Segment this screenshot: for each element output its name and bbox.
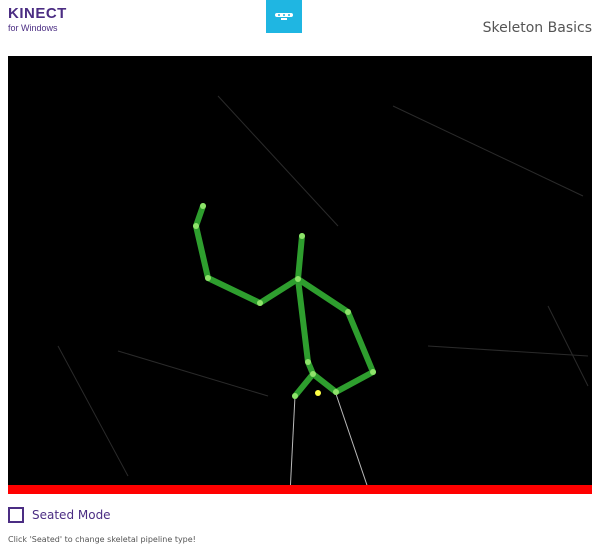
joint-right-hip [333, 389, 339, 395]
bone-right-upper-arm [345, 309, 376, 375]
app-header: KINECT for Windows Skeleton Basics [0, 0, 600, 56]
kinect-logo: KINECT for Windows [8, 5, 67, 34]
joint-left-wrist [193, 223, 199, 229]
logo-title: KINECT [8, 5, 67, 22]
leg-line-right [335, 393, 371, 494]
bone-spine [295, 276, 311, 365]
skeleton-drawing [8, 95, 592, 494]
bone-left-hand [193, 203, 206, 229]
joint-shoulder-center [295, 276, 301, 282]
status-text: Click 'Seated' to change skeletal pipeli… [8, 535, 196, 544]
bone-right-forearm [333, 369, 376, 395]
joint-left-hip [292, 393, 298, 399]
seated-mode-checkbox[interactable] [8, 507, 24, 523]
joint-right-elbow [370, 369, 376, 375]
bone-neck [295, 233, 305, 282]
logo-subtitle: for Windows [8, 23, 58, 33]
bone-right-shoulder [295, 276, 351, 315]
bone-right-hip [310, 371, 339, 395]
kinect-sensor-icon [266, 0, 302, 33]
joint-right-shoulder [345, 309, 351, 315]
skeleton-bones [193, 203, 376, 399]
bone-left-forearm [193, 223, 211, 281]
joint-left-shoulder [257, 300, 263, 306]
scene-background [57, 95, 589, 477]
bone-left-hip [292, 371, 316, 399]
joint-spine [305, 359, 311, 365]
joint-left-hand [200, 203, 206, 209]
skeleton-viewport [8, 56, 592, 494]
seated-mode-row[interactable]: Seated Mode [8, 505, 111, 525]
leg-line-left [289, 395, 296, 494]
joint-left-elbow [205, 275, 211, 281]
bone-left-shoulder [257, 276, 301, 306]
bottom-clip-indicator [8, 485, 592, 494]
bone-left-upper-arm [205, 275, 263, 306]
skeleton-joints [193, 203, 376, 399]
joint-hip-center [315, 390, 321, 396]
joint-hip [310, 371, 316, 377]
app-title: Skeleton Basics [482, 20, 592, 36]
joint-head [299, 233, 305, 239]
seated-mode-label[interactable]: Seated Mode [32, 508, 111, 522]
